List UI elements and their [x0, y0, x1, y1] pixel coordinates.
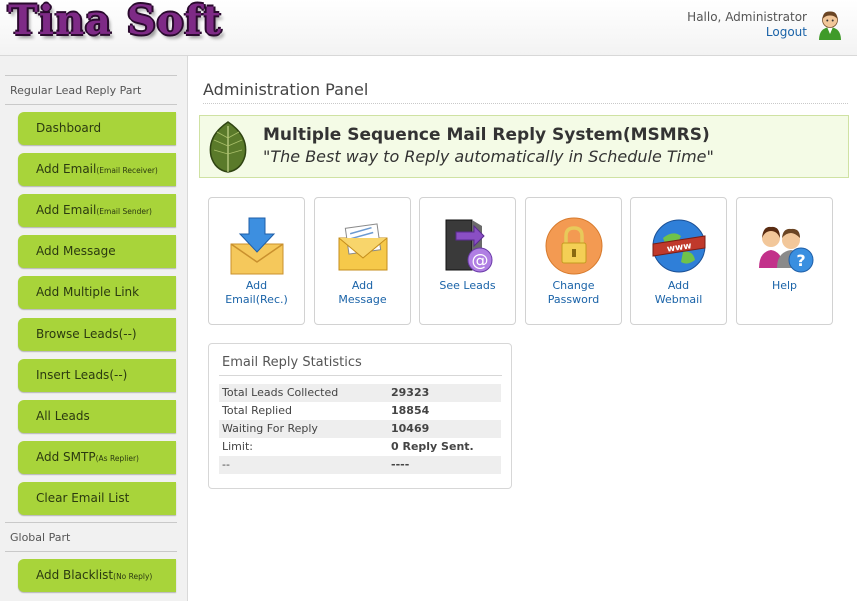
sidebar-item-label: Add Email — [36, 162, 97, 176]
logout-link[interactable]: Logout — [687, 25, 807, 40]
download-envelope-icon — [230, 217, 284, 275]
at-sign-door-icon: @ — [445, 219, 493, 273]
tile-help[interactable]: ? Help — [736, 197, 833, 325]
sidebar-item-add-message[interactable]: Add Message — [18, 235, 176, 268]
sidebar-item-note: (Email Sender) — [96, 207, 152, 216]
padlock-icon — [545, 217, 603, 275]
sidebar-item-add-blacklist[interactable]: Add Blacklist(No Reply) — [18, 559, 176, 592]
sidebar-item-dashboard[interactable]: Dashboard — [18, 112, 176, 145]
stat-label: Total Leads Collected — [222, 386, 339, 399]
globe-www-icon: www — [652, 219, 706, 273]
tile-label: Change Password — [547, 279, 600, 306]
section-label-global: Global Part — [5, 522, 177, 552]
help-people-icon: ? — [759, 226, 814, 273]
stat-row: -- ---- — [219, 456, 501, 474]
stat-label: Waiting For Reply — [222, 422, 318, 435]
email-reply-statistics: Email Reply Statistics Total Leads Colle… — [208, 343, 512, 489]
user-greeting-block: Hallo, Administrator Logout — [687, 10, 807, 40]
banner-title: Multiple Sequence Mail Reply System(MSMR… — [263, 125, 710, 145]
user-avatar-icon — [819, 11, 841, 40]
tile-change-password[interactable]: Change Password — [525, 197, 622, 325]
logo[interactable]: Tina Soft — [8, 0, 222, 44]
svg-text:@: @ — [472, 251, 489, 271]
sidebar-item-insert-leads[interactable]: Insert Leads(--) — [18, 359, 176, 392]
main-content: Administration Panel Multiple Sequence M… — [188, 56, 857, 601]
sidebar-item-note: (As Replier) — [95, 454, 139, 463]
tile-add-email-rec[interactable]: Add Email(Rec.) — [208, 197, 305, 325]
tile-add-message[interactable]: Add Message — [314, 197, 411, 325]
tile-label: See Leads — [439, 279, 496, 292]
stat-value: ---- — [391, 458, 410, 471]
tile-see-leads[interactable]: @ See Leads — [419, 197, 516, 325]
banner-subtitle: "The Best way to Reply automatically in … — [263, 147, 714, 166]
leaf-icon — [209, 121, 247, 173]
stat-label: -- — [222, 458, 230, 471]
svg-text:?: ? — [796, 251, 805, 270]
sidebar-item-label: All Leads — [36, 409, 90, 423]
stat-row: Total Replied 18854 — [219, 402, 501, 420]
stat-row: Limit: 0 Reply Sent. — [219, 438, 501, 456]
sidebar-item-browse-leads[interactable]: Browse Leads(--) — [18, 318, 176, 351]
sidebar-item-add-email-receiver[interactable]: Add Email(Email Receiver) — [18, 153, 176, 186]
divider — [219, 375, 502, 376]
tile-label: Help — [771, 279, 798, 292]
sidebar-item-clear-email-list[interactable]: Clear Email List — [18, 482, 176, 515]
stat-value: 0 Reply Sent. — [391, 440, 474, 453]
greeting-text: Hallo, Administrator — [687, 10, 807, 24]
sidebar-item-note: (No Reply) — [113, 572, 153, 581]
sidebar-item-add-multiple-link[interactable]: Add Multiple Link — [18, 276, 176, 309]
stats-title: Email Reply Statistics — [222, 355, 362, 370]
sidebar-item-label: Add Email — [36, 203, 97, 217]
sidebar-item-label: Clear Email List — [36, 491, 130, 505]
tile-add-webmail[interactable]: www Add Webmail — [630, 197, 727, 325]
stat-label: Total Replied — [222, 404, 292, 417]
stat-row: Total Leads Collected 29323 — [219, 384, 501, 402]
tile-label: Add Message — [338, 279, 387, 306]
sidebar-item-label: Browse Leads(--) — [36, 327, 137, 341]
stat-label: Limit: — [222, 440, 253, 453]
sidebar-item-all-leads[interactable]: All Leads — [18, 400, 176, 433]
tile-label: Add Email(Rec.) — [225, 279, 288, 306]
header: Tina Soft Hallo, Administrator Logout — [0, 0, 857, 56]
sidebar-item-note: (Email Receiver) — [96, 166, 158, 175]
sidebar-item-add-smtp[interactable]: Add SMTP(As Replier) — [18, 441, 176, 474]
tile-label: Add Webmail — [654, 279, 703, 306]
envelope-letter-icon — [338, 223, 388, 271]
stat-value: 18854 — [391, 404, 430, 417]
sidebar-item-label: Add Multiple Link — [36, 285, 140, 299]
sidebar-item-label: Add Blacklist — [36, 568, 114, 582]
stat-row: Waiting For Reply 10469 — [219, 420, 501, 438]
sidebar-item-add-email-sender[interactable]: Add Email(Email Sender) — [18, 194, 176, 227]
sidebar-item-label: Add SMTP — [36, 450, 96, 464]
product-banner: Multiple Sequence Mail Reply System(MSMR… — [199, 115, 849, 178]
sidebar: Regular Lead Reply Part Dashboard Add Em… — [0, 56, 188, 601]
section-label-regular: Regular Lead Reply Part — [5, 75, 177, 105]
page-title: Administration Panel — [203, 80, 848, 104]
sidebar-item-label: Insert Leads(--) — [36, 368, 128, 382]
stat-value: 29323 — [391, 386, 430, 399]
sidebar-item-label: Add Message — [36, 244, 116, 258]
sidebar-item-label: Dashboard — [36, 121, 102, 135]
stat-value: 10469 — [391, 422, 430, 435]
